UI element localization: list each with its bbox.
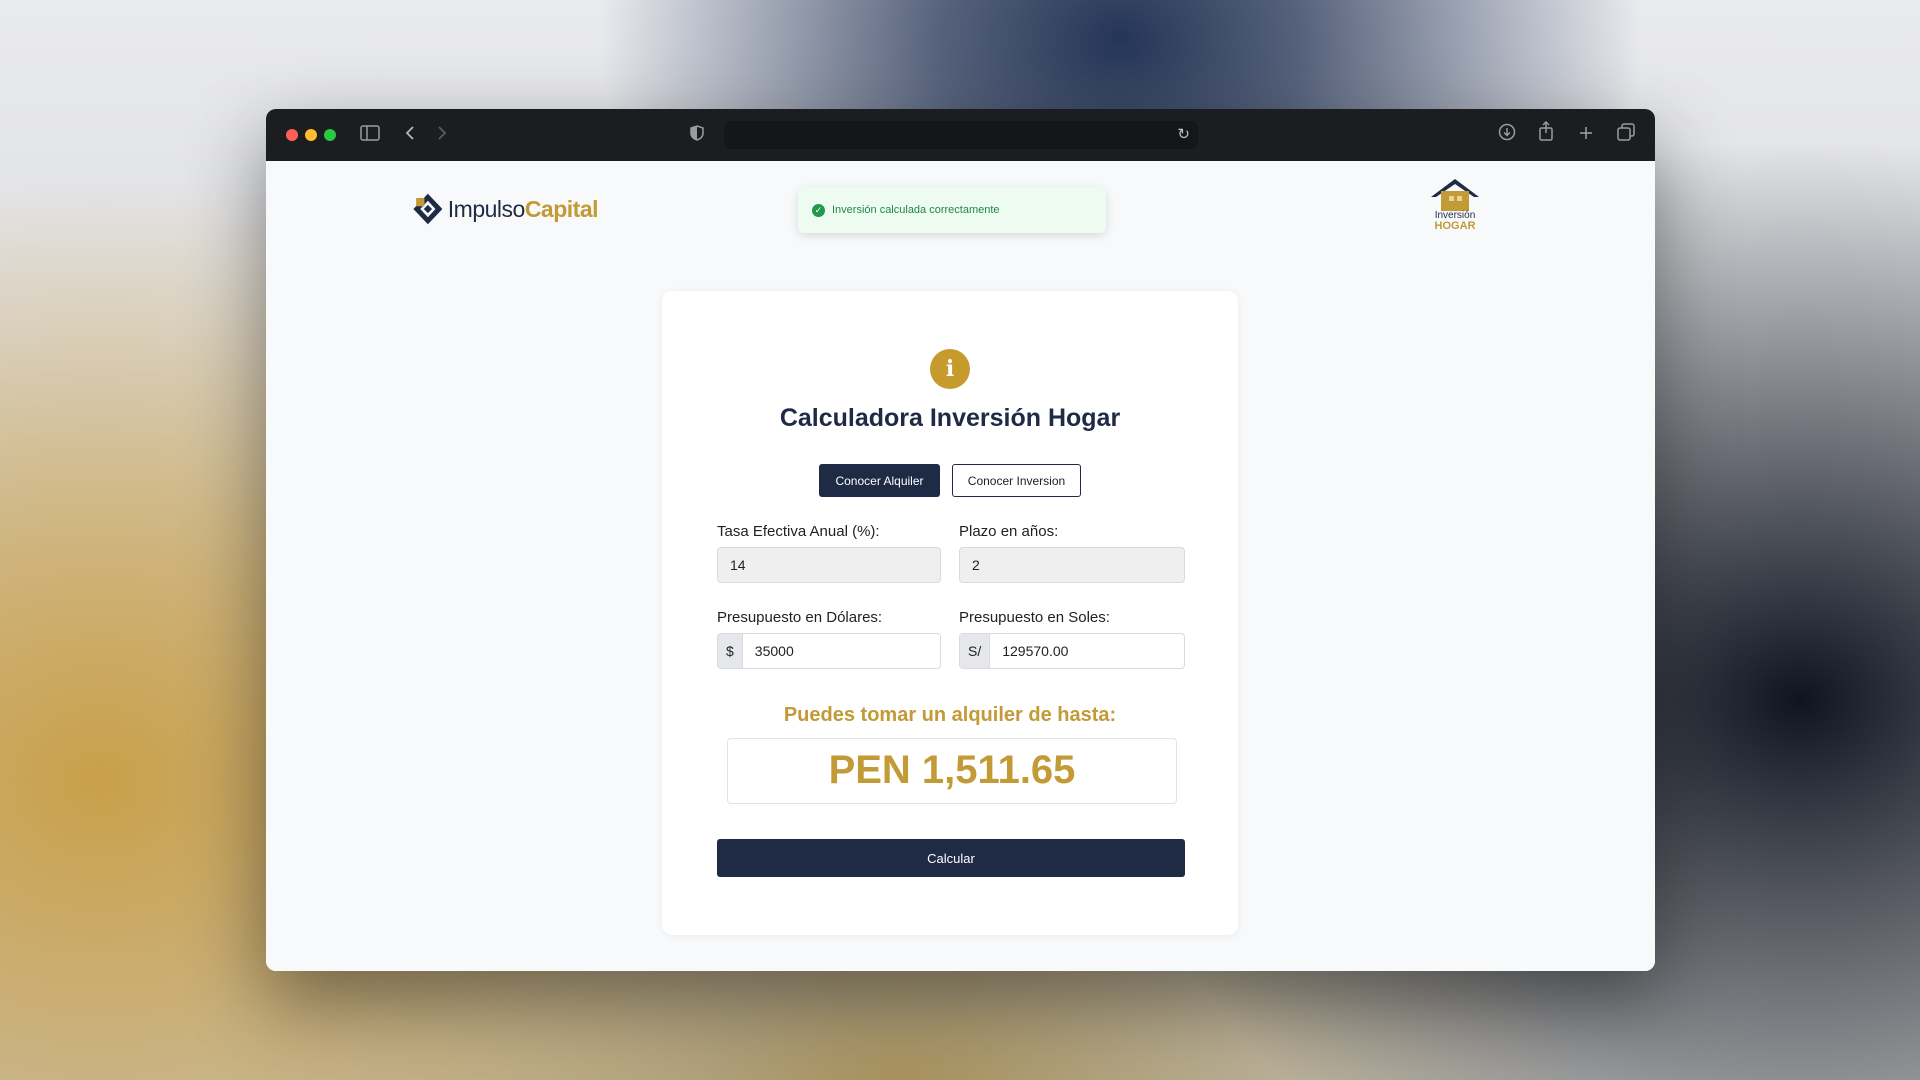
impulso-capital-logo-mark bbox=[413, 193, 443, 225]
impulso-capital-logo[interactable]: ImpulsoCapital bbox=[412, 183, 599, 235]
soles-input[interactable]: 129570.00 bbox=[990, 634, 1068, 668]
shield-icon[interactable] bbox=[690, 121, 704, 149]
browser-window: ↻ ImpulsoCapital ✓ Inversión calculada c… bbox=[266, 109, 1655, 971]
success-toast: ✓ Inversión calculada correctamente bbox=[798, 187, 1106, 233]
dolares-input-group: $ 35000 bbox=[717, 633, 941, 669]
share-icon[interactable] bbox=[1538, 120, 1554, 149]
check-circle-icon: ✓ bbox=[812, 203, 825, 217]
soles-label: Presupuesto en Soles: bbox=[959, 609, 1110, 626]
maximize-window-button[interactable] bbox=[324, 129, 336, 141]
calculator-card: i Calculadora Inversión Hogar Conocer Al… bbox=[662, 291, 1238, 935]
logo-text-hogar: HOGAR bbox=[1434, 220, 1476, 232]
dolares-label: Presupuesto en Dólares: bbox=[717, 609, 883, 626]
sidebar-icon[interactable] bbox=[360, 121, 380, 149]
calcular-button[interactable]: Calcular bbox=[717, 839, 1185, 877]
page-title: Calculadora Inversión Hogar bbox=[779, 404, 1121, 432]
toast-message: Inversión calculada correctamente bbox=[832, 204, 1000, 216]
tasa-label: Tasa Efectiva Anual (%): bbox=[717, 523, 880, 540]
inversion-hogar-logo[interactable]: Inversión HOGAR bbox=[1427, 177, 1483, 241]
inversion-hogar-logo-text: Inversión HOGAR bbox=[1427, 211, 1483, 232]
page-content: ImpulsoCapital ✓ Inversión calculada cor… bbox=[266, 161, 1655, 971]
dolares-input[interactable]: 35000 bbox=[743, 634, 794, 668]
plazo-label: Plazo en años: bbox=[959, 523, 1059, 540]
reload-icon[interactable]: ↻ bbox=[1177, 121, 1190, 149]
browser-toolbar: ↻ bbox=[266, 109, 1655, 161]
result-value: PEN 1,511.65 bbox=[727, 738, 1177, 804]
info-icon: i bbox=[930, 349, 970, 389]
chevron-right-icon[interactable] bbox=[436, 121, 448, 149]
result-label: Puedes tomar un alquiler de hasta: bbox=[783, 704, 1117, 726]
download-icon[interactable] bbox=[1498, 121, 1516, 149]
tasa-input[interactable]: 14 bbox=[717, 547, 941, 583]
plazo-input[interactable]: 2 bbox=[959, 547, 1185, 583]
soles-input-group: S/ 129570.00 bbox=[959, 633, 1185, 669]
tabs-icon[interactable] bbox=[1617, 121, 1635, 149]
address-bar[interactable]: ↻ bbox=[724, 121, 1198, 149]
house-icon bbox=[1431, 179, 1479, 211]
chevron-left-icon[interactable] bbox=[404, 121, 416, 149]
dollar-prefix: $ bbox=[718, 634, 743, 668]
logo-text-impulso: Impulso bbox=[447, 195, 526, 222]
close-window-button[interactable] bbox=[286, 129, 298, 141]
plus-icon[interactable] bbox=[1578, 121, 1594, 149]
impulso-capital-logo-text: ImpulsoCapital bbox=[447, 195, 599, 223]
minimize-window-button[interactable] bbox=[305, 129, 317, 141]
tab-conocer-inversion[interactable]: Conocer Inversion bbox=[952, 464, 1081, 497]
tab-conocer-alquiler[interactable]: Conocer Alquiler bbox=[819, 464, 940, 497]
logo-text-capital: Capital bbox=[524, 195, 599, 222]
soles-prefix: S/ bbox=[960, 634, 991, 668]
